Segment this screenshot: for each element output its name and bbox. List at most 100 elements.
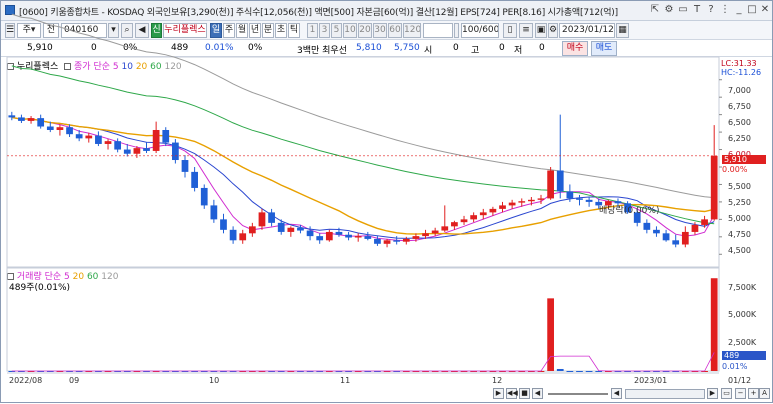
scroll-left-icon[interactable]: ◀ [611, 388, 622, 399]
volume-bar [585, 370, 593, 372]
candle-body [576, 198, 583, 200]
candle-body [66, 127, 73, 135]
chart-window: [0600] 키움종합차트 - KOSDAQ 외국인보유[3,290(천)] 주… [0, 0, 773, 403]
candle-body [133, 148, 141, 154]
step-back-icon[interactable]: ◀ [532, 388, 543, 399]
candle-body [470, 215, 478, 220]
candle-body [431, 230, 439, 234]
scroll-right-icon[interactable]: ▶ [707, 388, 718, 399]
candle-body [8, 115, 16, 118]
candle-body [354, 236, 362, 238]
candle-body [701, 219, 708, 225]
candle-body [335, 231, 343, 235]
candle-body [248, 226, 256, 234]
candle-body [710, 155, 718, 220]
candle-body [143, 148, 150, 151]
candle-body [518, 201, 526, 203]
candle-body [172, 142, 179, 161]
x-label: 09 [69, 376, 80, 385]
candle-body [239, 233, 247, 241]
ex-dividend-annotation: 배당락(0.00%) [599, 206, 660, 216]
candle-body [18, 117, 25, 121]
volume-bars [8, 278, 718, 372]
ma-line-20 [11, 116, 715, 235]
candle-body [460, 219, 468, 223]
scroll-track[interactable] [548, 393, 608, 395]
candle-body [258, 212, 266, 227]
scroll-controls: ▶ ◀◀ ■ ◀ ◀ ▶ ▭ − + A [493, 386, 772, 402]
candle-body [287, 227, 295, 232]
x-label: 2023/01 [634, 376, 668, 385]
candle-body [479, 212, 487, 216]
candle-body [191, 171, 198, 188]
candle-body [306, 230, 314, 237]
x-label: 10 [209, 376, 220, 385]
candle-body [181, 160, 189, 172]
candle-body [114, 141, 122, 150]
candle-body [162, 129, 170, 143]
candle-body [37, 118, 45, 127]
x-label: 01/12 [728, 376, 752, 385]
x-label: 2022/08 [9, 376, 43, 385]
candle-body [653, 229, 660, 234]
candle-body [104, 141, 112, 144]
candle-body [316, 236, 324, 241]
zoom-in-icon[interactable]: + [748, 388, 759, 399]
view-all-icon[interactable]: ▭ [721, 388, 732, 399]
x-label: 11 [340, 376, 351, 385]
volume-panel-frame [6, 267, 720, 372]
ma-line-10 [11, 116, 715, 239]
candle-body [451, 222, 458, 227]
candle-body [277, 222, 285, 232]
candle-body [374, 238, 381, 244]
candle-body [220, 219, 227, 230]
candle-body [691, 224, 699, 232]
candle-body [556, 170, 564, 192]
candle-body [643, 222, 651, 230]
candle-body [441, 226, 449, 231]
volume-bar [576, 370, 583, 372]
x-label: 12 [492, 376, 503, 385]
stop-icon[interactable]: ■ [519, 388, 530, 399]
volume-bar [595, 370, 603, 372]
scrollbar[interactable] [625, 389, 705, 399]
candle-body [412, 236, 420, 239]
candle-body [662, 233, 670, 241]
candle-body [27, 118, 35, 121]
candle-body [200, 187, 208, 206]
candle-body [229, 229, 237, 241]
candle-body [402, 238, 410, 242]
candle-body [325, 231, 333, 241]
zoom-out-icon[interactable]: − [735, 388, 746, 399]
candle-body [681, 231, 689, 245]
candle-body [499, 205, 506, 209]
candle-body [56, 127, 64, 130]
candle-body [95, 135, 102, 144]
rewind-icon[interactable]: ◀◀ [506, 388, 518, 399]
zoom-fit-icon[interactable]: A [759, 388, 770, 399]
candle-body [345, 234, 352, 238]
candle-body [383, 240, 391, 244]
volume-ma-5-line [11, 352, 715, 372]
candle-body [537, 198, 545, 200]
candle-body [268, 212, 275, 223]
ma-line-120 [11, 13, 715, 199]
candle-body [123, 149, 131, 154]
candle-body [364, 236, 372, 239]
volume-bar [566, 370, 574, 372]
candle-body [75, 134, 83, 139]
candle-body [508, 202, 516, 206]
candle-body [46, 126, 54, 130]
candle-body [297, 227, 304, 231]
candle-body [585, 199, 593, 202]
candle-body [422, 233, 429, 237]
candle-body [672, 240, 680, 245]
candle-body [85, 135, 93, 139]
play-back-icon[interactable]: ▶ [493, 388, 504, 399]
candle-body [547, 170, 554, 199]
candle-body [566, 191, 574, 199]
candle-body [210, 205, 218, 220]
candle-body [393, 240, 401, 242]
candle-body [489, 208, 497, 213]
candle-body [528, 199, 535, 202]
